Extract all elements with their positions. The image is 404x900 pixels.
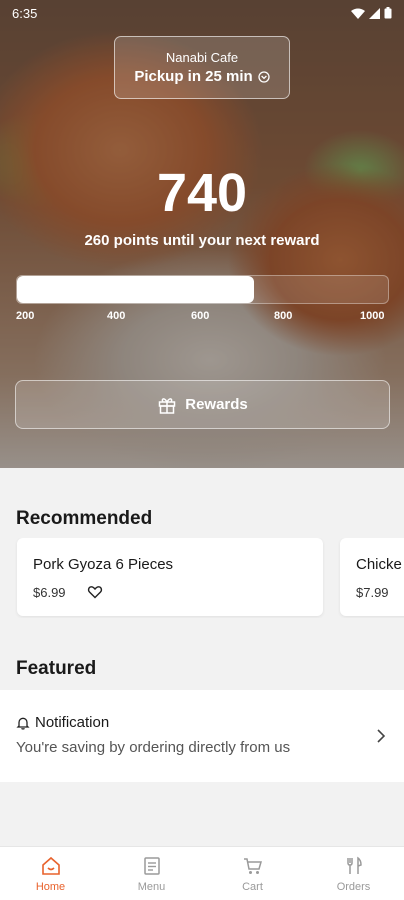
wifi-icon bbox=[351, 8, 365, 19]
battery-icon bbox=[384, 7, 392, 19]
status-bar: 6:35 bbox=[0, 0, 404, 26]
nav-menu[interactable]: Menu bbox=[101, 847, 202, 900]
home-icon bbox=[41, 856, 60, 875]
pickup-selector[interactable]: Nanabi Cafe Pickup in 25 min bbox=[114, 36, 290, 99]
cart-icon bbox=[243, 858, 262, 874]
tick-label: 200 bbox=[16, 310, 35, 322]
item-name: Pork Gyoza 6 Pieces bbox=[33, 556, 174, 573]
menu-icon bbox=[143, 857, 160, 875]
rewards-progress-fill bbox=[17, 276, 255, 303]
notification-body: You're saving by ordering directly from … bbox=[16, 739, 291, 756]
tick-label: 400 bbox=[107, 310, 126, 322]
tick-label: 1000 bbox=[360, 310, 385, 322]
featured-title: Featured bbox=[16, 658, 97, 679]
nav-home-label: Home bbox=[35, 881, 66, 893]
points-balance: 740 bbox=[156, 163, 248, 223]
nav-orders-label: Orders bbox=[336, 881, 371, 893]
item-price: $7.99 bbox=[356, 585, 389, 600]
nav-orders[interactable]: Orders bbox=[303, 847, 404, 900]
notification-title: Notification bbox=[35, 714, 110, 731]
nav-menu-label: Menu bbox=[137, 881, 166, 893]
rewards-progress-bar bbox=[16, 275, 389, 304]
orders-icon bbox=[346, 856, 362, 874]
heart-icon[interactable] bbox=[87, 584, 103, 600]
progress-tick-labels: 200 400 600 800 1000 bbox=[16, 310, 390, 326]
nav-cart[interactable]: Cart bbox=[202, 847, 303, 900]
rewards-button-label: Rewards bbox=[185, 396, 248, 413]
nav-home[interactable]: Home bbox=[0, 847, 101, 900]
item-name: Chicke bbox=[356, 556, 402, 573]
chevron-down-circle-icon bbox=[258, 70, 270, 83]
cafe-name: Nanabi Cafe bbox=[165, 50, 239, 65]
status-time: 6:35 bbox=[12, 5, 38, 21]
rewards-button[interactable]: Rewards bbox=[15, 380, 390, 429]
pickup-time: Pickup in 25 min bbox=[134, 68, 253, 85]
tick-label: 600 bbox=[191, 310, 210, 322]
notification-card[interactable]: Notification You're saving by ordering d… bbox=[0, 690, 404, 782]
signal-icon bbox=[369, 7, 380, 19]
bottom-navigation: Home Menu Cart Orders bbox=[0, 846, 404, 900]
home-content: Recommended Pork Gyoza 6 Pieces $6.99 Ch… bbox=[0, 468, 404, 846]
item-price: $6.99 bbox=[33, 585, 66, 600]
tick-label: 800 bbox=[274, 310, 293, 322]
recommended-title: Recommended bbox=[16, 508, 153, 529]
chevron-right-icon bbox=[377, 729, 386, 743]
recommended-card[interactable]: Pork Gyoza 6 Pieces $6.99 bbox=[17, 538, 323, 616]
points-until-reward: 260 points until your next reward bbox=[84, 232, 320, 249]
gift-icon bbox=[158, 397, 176, 414]
nav-cart-label: Cart bbox=[242, 881, 263, 893]
recommended-carousel[interactable]: Pork Gyoza 6 Pieces $6.99 Chicke $7.99 bbox=[0, 538, 404, 618]
recommended-card[interactable]: Chicke $7.99 bbox=[340, 538, 404, 616]
bell-icon bbox=[16, 717, 30, 730]
rewards-hero: 6:35 Nanabi Cafe Pickup in 25 min 740 26… bbox=[0, 0, 404, 468]
